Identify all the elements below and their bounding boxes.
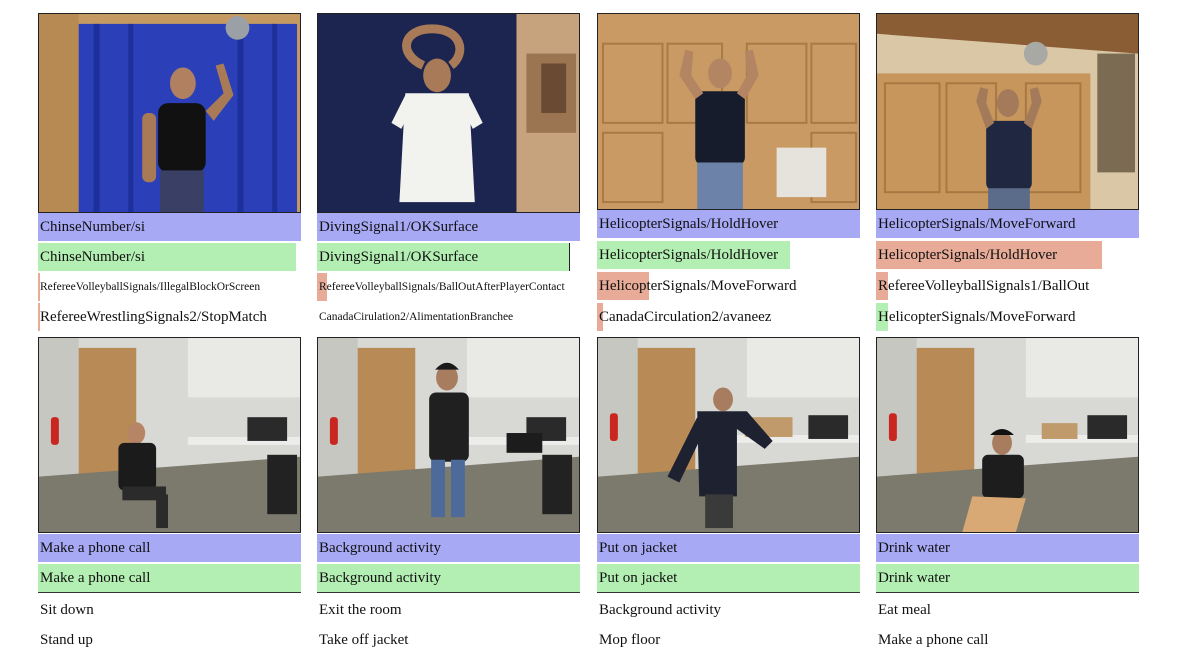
gesture-photo-3 <box>597 13 860 210</box>
prediction-label: Background activity <box>319 540 442 556</box>
ground-truth-label: ChinseNumber/si <box>40 249 145 265</box>
prediction-label: Drink water <box>878 540 951 556</box>
activity-photo-1 <box>38 337 301 533</box>
ground-truth-label: DivingSignal1/OKSurface <box>319 249 479 265</box>
ground-truth-label: Make a phone call <box>40 570 151 586</box>
prediction-label: ChinseNumber/si <box>40 219 145 235</box>
prediction-label: HelicopterSignals/MoveForward <box>599 278 797 294</box>
prediction-label: HelicopterSignals/HoldHover <box>878 247 1058 263</box>
gesture-photo-2 <box>317 13 580 213</box>
prediction-label: Sit down <box>40 602 94 618</box>
ground-truth-label: Background activity <box>319 570 442 586</box>
prediction-label: Make a phone call <box>878 632 989 648</box>
activity-photo-2 <box>317 337 580 533</box>
prediction-label: Make a phone call <box>40 540 151 556</box>
prediction-label: HelicopterSignals/HoldHover <box>599 216 779 232</box>
prediction-label: Mop floor <box>599 632 661 648</box>
prediction-label: RefereeWrestlingSignals2/StopMatch <box>40 309 267 325</box>
prediction-label: RefereeVolleyballSignals1/BallOut <box>878 278 1090 294</box>
gesture-photo-4 <box>876 13 1139 210</box>
prediction-label: Exit the room <box>319 602 402 618</box>
gesture-photo-1 <box>38 13 301 213</box>
prediction-label: Stand up <box>40 632 93 648</box>
prediction-label: CanadaCirulation2/AlimentationBranchee <box>319 311 514 323</box>
prediction-label: RefereeVolleyballSignals/BallOutAfterPla… <box>319 281 565 293</box>
ground-truth-label: Drink water <box>878 570 951 586</box>
prediction-label: RefereeVolleyballSignals/IllegalBlockOrS… <box>40 281 261 293</box>
ground-truth-label: HelicopterSignals/HoldHover <box>599 247 779 263</box>
activity-photo-4 <box>876 337 1139 533</box>
prediction-label: Put on jacket <box>599 540 678 556</box>
prediction-label: Take off jacket <box>319 632 409 648</box>
prediction-label: Background activity <box>599 602 722 618</box>
prediction-label: HelicopterSignals/MoveForward <box>878 216 1076 232</box>
activity-photo-3 <box>597 337 860 533</box>
prediction-label: CanadaCirculation2/avaneez <box>599 309 772 325</box>
prediction-label: DivingSignal1/OKSurface <box>319 219 479 235</box>
prediction-label: Eat meal <box>878 602 931 618</box>
ground-truth-label: Put on jacket <box>599 570 678 586</box>
ground-truth-label: HelicopterSignals/MoveForward <box>878 309 1076 325</box>
